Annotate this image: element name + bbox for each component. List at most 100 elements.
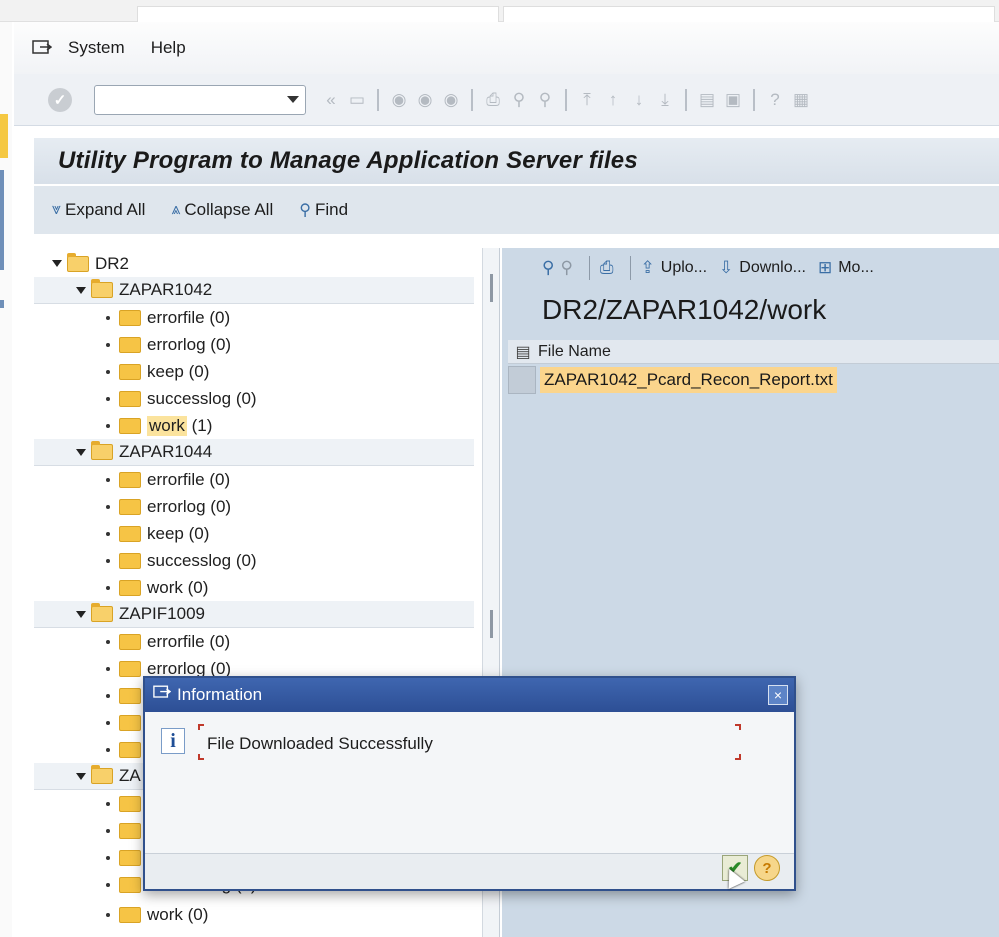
download-button[interactable]: ⇩ Downlo... <box>719 258 806 278</box>
find-next-icon[interactable]: ⚲ <box>534 89 556 111</box>
column-header-file-name[interactable]: File Name <box>538 343 611 361</box>
move-button[interactable]: ⊞ Mo... <box>818 258 874 278</box>
exit-icon[interactable]: ◉ <box>414 89 436 111</box>
next-page-icon[interactable]: ↓ <box>628 89 650 111</box>
tree-bullet <box>106 558 110 563</box>
enter-icon[interactable]: ✓ <box>48 87 72 112</box>
expand-all-button[interactable]: ⩔ Expand All <box>52 200 145 220</box>
tree-leaf[interactable]: errorfile (0) <box>34 304 474 331</box>
expand-arrow-icon[interactable] <box>76 286 86 294</box>
window-menu-icon[interactable] <box>153 685 172 705</box>
tree-leaf-label: errorfile (0) <box>147 307 231 327</box>
back-nav-icon[interactable]: ◉ <box>388 89 410 111</box>
help-icon[interactable]: ? <box>764 89 786 111</box>
tree-node-group[interactable]: ZAPAR1044 <box>34 439 474 466</box>
tree-leaf[interactable]: errorlog (0) <box>34 493 474 520</box>
upload-button[interactable]: ⇪ Uplo... <box>641 258 708 278</box>
expand-all-label: Expand All <box>65 200 146 219</box>
file-name-cell[interactable]: ZAPAR1042_Pcard_Recon_Report.txt <box>540 367 837 393</box>
folder-icon <box>119 309 141 326</box>
current-path: DR2/ZAPAR1042/work <box>542 294 827 325</box>
save-icon[interactable]: ▭ <box>346 89 368 111</box>
prev-page-icon[interactable]: ↑ <box>602 89 624 111</box>
new-session-icon[interactable]: ▤ <box>696 89 718 111</box>
print-icon[interactable]: ⎙ <box>600 258 614 278</box>
tree-bullet <box>106 882 110 887</box>
scroll-grip[interactable] <box>490 610 493 638</box>
dialog-message: File Downloaded Successfully <box>207 734 433 753</box>
menu-help[interactable]: Help <box>151 38 186 58</box>
expand-arrow-icon[interactable] <box>76 448 86 456</box>
tree-leaf[interactable]: keep (0) <box>34 520 474 547</box>
tree-leaf-selected[interactable]: work (1) <box>34 412 474 439</box>
folder-icon <box>119 876 141 893</box>
back-icon[interactable]: « <box>320 89 342 111</box>
move-label: Mo... <box>838 259 874 276</box>
tree-leaf[interactable]: keep (0) <box>34 358 474 385</box>
message-frame-corner <box>198 724 204 730</box>
folder-icon <box>119 687 141 704</box>
folder-icon <box>119 795 141 812</box>
help-button[interactable]: ? <box>754 855 780 881</box>
download-icon: ⇩ <box>719 258 734 277</box>
browser-tab[interactable] <box>503 6 995 22</box>
window-menu-icon[interactable] <box>32 39 54 57</box>
table-row[interactable]: ZAPAR1042_Pcard_Recon_Report.txt <box>508 366 837 394</box>
folder-icon <box>119 417 141 434</box>
tree-node-group[interactable]: ZAPIF1009 <box>34 601 474 628</box>
layout-icon[interactable]: ▦ <box>790 89 812 111</box>
tree-bullet <box>106 639 110 644</box>
tree-leaf[interactable]: work (0) <box>34 574 474 601</box>
scroll-grip[interactable] <box>490 274 493 302</box>
find-icon[interactable]: ⚲ <box>508 89 530 111</box>
message-frame-corner <box>735 754 741 760</box>
dialog-footer <box>145 853 794 889</box>
edge-marker <box>0 114 8 158</box>
find-next-icon[interactable]: ⚲ <box>560 258 572 278</box>
application-toolbar: ⩔ Expand All ⩓ Collapse All ⚲ Find <box>34 186 999 234</box>
tree-leaf[interactable]: errorlog (0) <box>34 331 474 358</box>
close-icon[interactable]: × <box>768 685 788 705</box>
folder-icon <box>119 741 141 758</box>
find-button[interactable]: ⚲ Find <box>299 200 348 220</box>
folder-icon <box>119 390 141 407</box>
find-icon[interactable]: ⚲ <box>542 258 554 278</box>
folder-icon <box>119 471 141 488</box>
tree-node-group[interactable]: ZAPAR1042 <box>34 277 474 304</box>
tree-node-label: ZAPAR1044 <box>119 442 213 461</box>
folder-icon <box>119 552 141 569</box>
tree-bullet <box>106 504 110 509</box>
command-input[interactable] <box>101 86 281 113</box>
command-field[interactable] <box>94 84 306 115</box>
dialog-title-bar[interactable]: Information <box>145 678 794 712</box>
print-icon[interactable]: ⎙ <box>482 89 504 111</box>
first-page-icon[interactable]: ⤒ <box>576 89 598 111</box>
expand-arrow-icon[interactable] <box>76 772 86 780</box>
tree-node-root[interactable]: DR2 <box>34 250 474 277</box>
expand-arrow-icon[interactable] <box>52 260 62 267</box>
select-columns-icon[interactable]: ▤ <box>508 342 538 362</box>
browser-tab[interactable] <box>137 6 499 22</box>
menu-system[interactable]: System <box>68 38 125 58</box>
tree-bullet <box>106 801 110 806</box>
toolbar-separator <box>377 88 379 111</box>
tree-bullet <box>106 342 110 347</box>
shortcut-icon[interactable]: ▣ <box>722 89 744 111</box>
tree-leaf[interactable]: successlog (0) <box>34 547 474 574</box>
tree-leaf-label-selected: work <box>147 415 187 436</box>
menu-bar: System Help <box>14 22 999 74</box>
expand-arrow-icon[interactable] <box>76 610 86 618</box>
system-toolbar: ✓ « ▭ ◉ ◉ ◉ ⎙ ⚲ ⚲ ⤒ ↑ ↓ ⤓ ▤ ▣ ? ▦ <box>14 74 999 126</box>
row-selector[interactable] <box>508 366 536 394</box>
last-page-icon[interactable]: ⤓ <box>654 89 676 111</box>
tree-node-label: ZA <box>119 766 141 785</box>
tree-bullet <box>106 747 110 752</box>
tree-leaf[interactable]: successlog (0) <box>34 385 474 412</box>
tree-leaf[interactable]: errorfile (0) <box>34 466 474 493</box>
tree-leaf[interactable]: work (0) <box>34 901 474 928</box>
cancel-icon[interactable]: ◉ <box>440 89 462 111</box>
tree-bullet <box>106 828 110 833</box>
collapse-all-button[interactable]: ⩓ Collapse All <box>171 200 273 220</box>
tree-leaf[interactable]: errorfile (0) <box>34 628 474 655</box>
chevron-down-icon[interactable] <box>287 95 299 103</box>
